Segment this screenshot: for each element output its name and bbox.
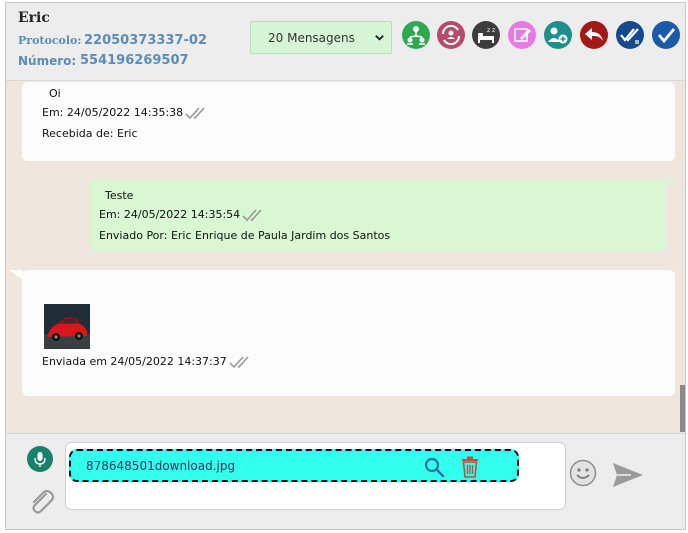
reply-icon xyxy=(580,21,608,49)
transfer-button[interactable] xyxy=(401,20,431,50)
message-timestamp: Em: 24/05/2022 14:35:38 xyxy=(42,106,210,120)
messages-area[interactable]: Oi Em: 24/05/2022 14:35:38 Recebida de: … xyxy=(6,82,680,432)
attached-file-chip: 878648501download.jpg xyxy=(69,449,519,482)
message-bubble-incoming: Enviada em 24/05/2022 14:37:37 xyxy=(22,270,675,396)
chat-header: Eric Protocolo: 22050373337-02 Número: 5… xyxy=(6,3,685,81)
message-text: Teste xyxy=(105,189,134,202)
message-bubble-incoming: Oi Em: 24/05/2022 14:35:38 Recebida de: … xyxy=(22,82,675,161)
add-contact-icon xyxy=(544,21,572,49)
message-meta: Enviado Por: Eric Enrique de Paula Jardi… xyxy=(99,229,391,242)
number-label: Número: xyxy=(18,54,77,68)
composer: 878648501download.jpg xyxy=(6,433,685,529)
messages-count-value: 20 Mensagens xyxy=(268,31,355,45)
mark-read-button[interactable] xyxy=(615,20,645,50)
red-car-image xyxy=(44,304,90,349)
svg-text:z z: z z xyxy=(487,27,495,34)
message-timestamp: Enviada em 24/05/2022 14:37:37 xyxy=(42,355,254,369)
edit-note-icon xyxy=(508,21,536,49)
protocol-label: Protocolo: xyxy=(18,34,82,47)
message-bubble-outgoing: Teste Em: 24/05/2022 14:35:54 Enviado Po… xyxy=(89,179,665,251)
message-timestamp-text: Em: 24/05/2022 14:35:38 xyxy=(42,106,184,119)
read-ticks-icon xyxy=(229,356,249,369)
number-value: 554196269507 xyxy=(80,53,189,68)
message-timestamp: Em: 24/05/2022 14:35:54 xyxy=(99,208,267,222)
message-text: Oi xyxy=(49,87,61,100)
double-check-icon xyxy=(616,21,644,49)
contact-name: Eric xyxy=(18,10,50,26)
sync-person-icon xyxy=(437,21,465,49)
message-timestamp-text: Em: 24/05/2022 14:35:54 xyxy=(99,208,241,221)
message-timestamp-text: Enviada em 24/05/2022 14:37:37 xyxy=(42,355,227,368)
read-ticks-icon xyxy=(185,107,205,120)
edit-note-button[interactable] xyxy=(507,20,537,50)
finish-button[interactable] xyxy=(651,20,681,50)
bubble-tail xyxy=(9,270,23,280)
chat-window: Eric Protocolo: 22050373337-02 Número: 5… xyxy=(5,2,686,530)
add-contact-button[interactable] xyxy=(543,20,573,50)
attach-file-icon[interactable] xyxy=(26,486,56,516)
scrollbar[interactable] xyxy=(680,82,685,432)
send-icon[interactable] xyxy=(611,461,645,489)
trash-icon[interactable] xyxy=(459,455,481,479)
message-input[interactable]: 878648501download.jpg xyxy=(65,442,566,510)
image-attachment-thumbnail[interactable] xyxy=(44,304,90,349)
protocol-value: 22050373337-02 xyxy=(84,33,207,48)
message-meta: Recebida de: Eric xyxy=(42,127,138,140)
read-ticks-icon xyxy=(242,209,262,222)
transfer-icon xyxy=(402,21,430,49)
sleep-icon: z z xyxy=(472,21,500,49)
emoji-icon[interactable] xyxy=(569,459,597,487)
attached-file-name: 878648501download.jpg xyxy=(86,459,236,473)
check-icon xyxy=(652,21,680,49)
search-icon[interactable] xyxy=(423,456,445,478)
chevron-down-icon xyxy=(375,35,384,41)
scrollbar-thumb[interactable] xyxy=(680,385,685,432)
record-audio-button[interactable] xyxy=(27,446,53,472)
reply-button[interactable] xyxy=(579,20,609,50)
sync-person-button[interactable] xyxy=(436,20,466,50)
messages-count-select[interactable]: 20 Mensagens xyxy=(250,21,392,54)
sleep-button[interactable]: z z xyxy=(471,20,501,50)
microphone-icon xyxy=(34,452,46,467)
